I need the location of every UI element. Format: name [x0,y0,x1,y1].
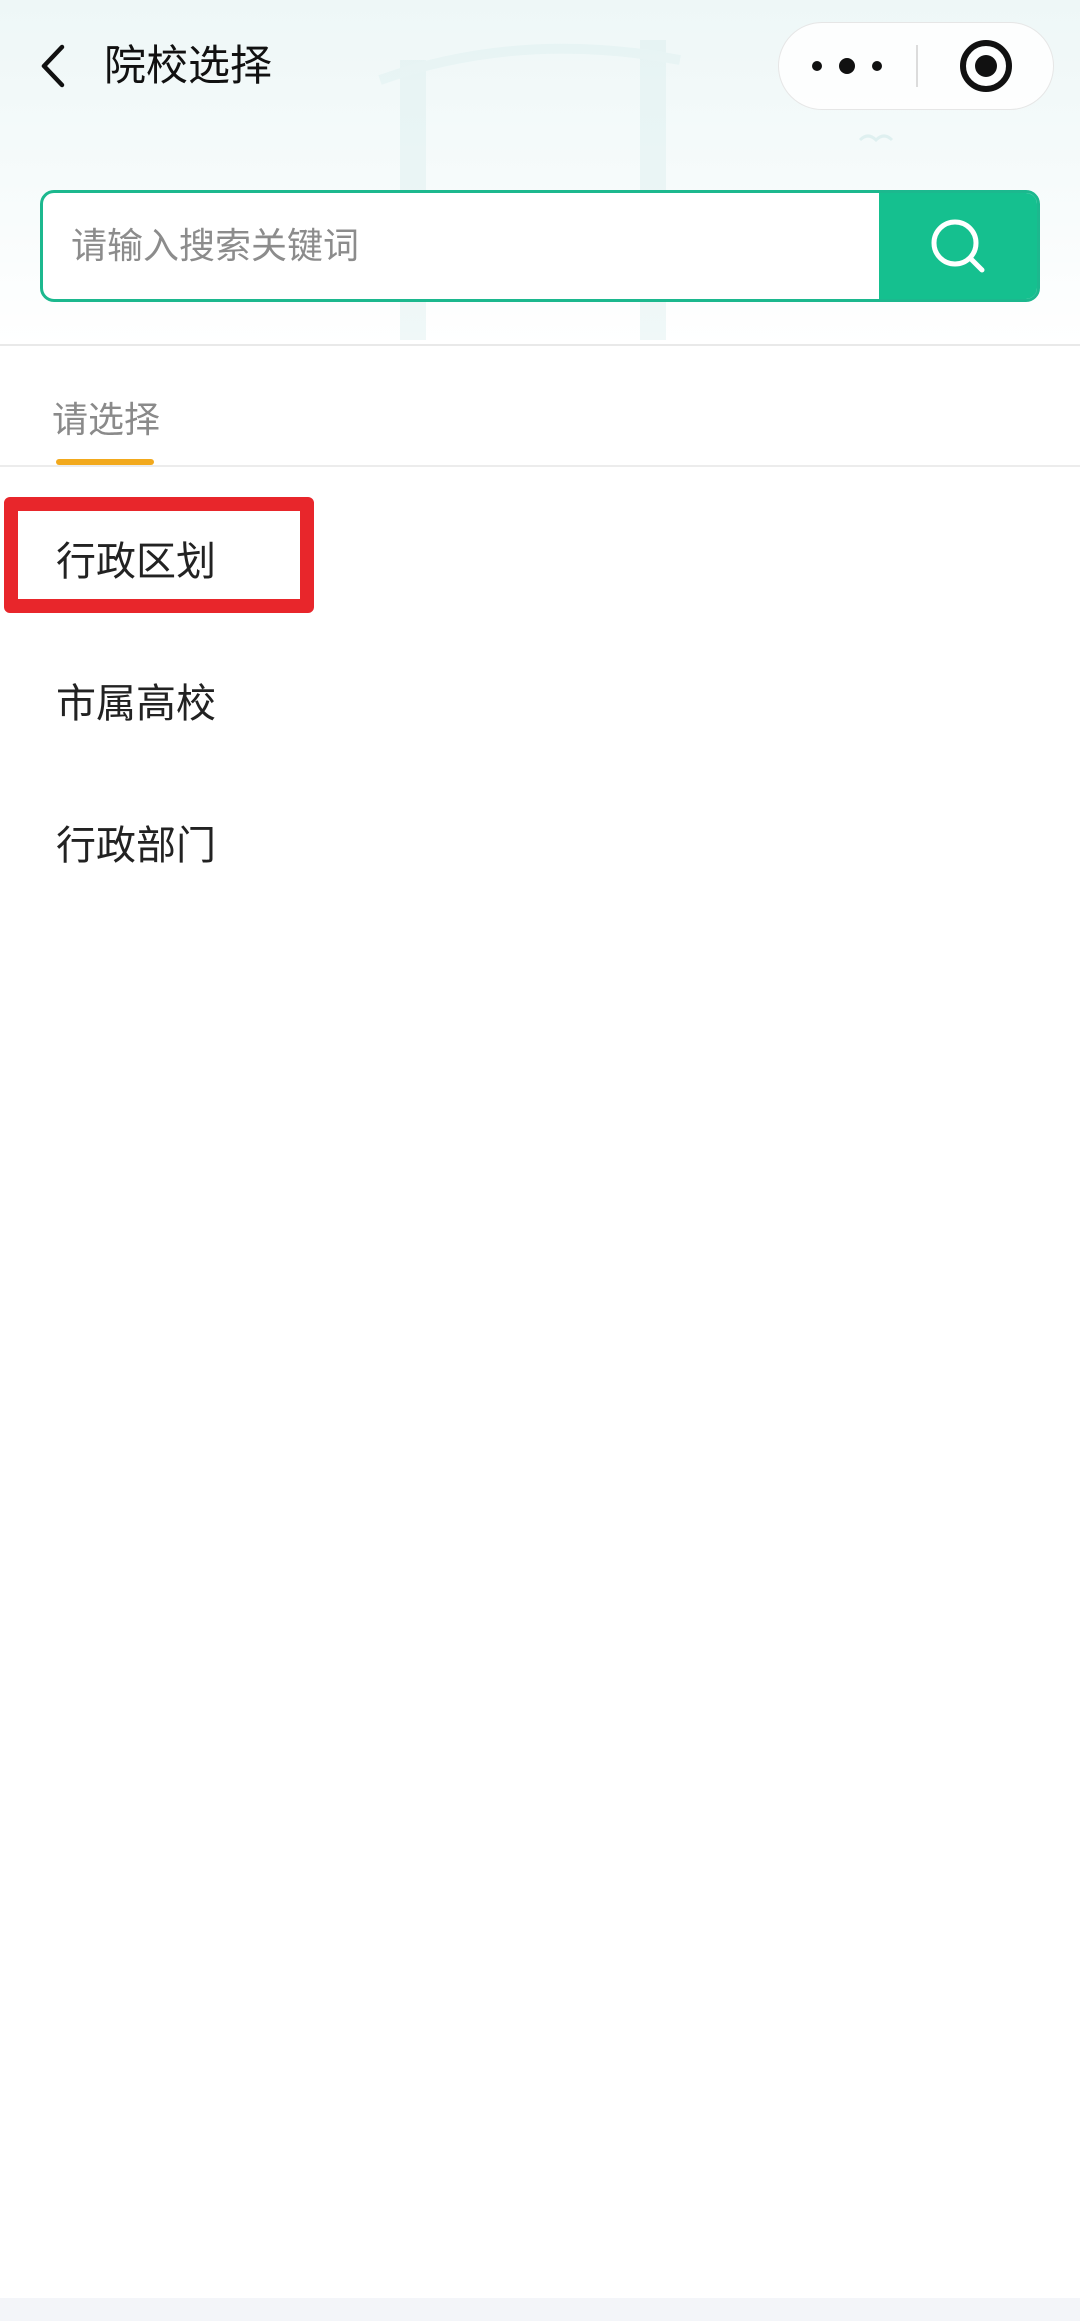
option-administrative-division[interactable]: 行政区划 [56,532,216,592]
chevron-left-icon [41,44,65,88]
mini-program-capsule [778,22,1054,110]
header-divider [0,344,1080,346]
tab-select[interactable]: 请选择 [52,396,160,446]
back-button[interactable] [28,38,78,94]
tabs-divider [0,465,1080,467]
close-miniprogram-button[interactable] [918,23,1054,109]
header: 院校选择 [0,0,1080,345]
page-title: 院校选择 [104,41,273,90]
option-administrative-departments[interactable]: 行政部门 [56,816,216,876]
search-box [40,190,1040,302]
target-circle-icon [960,40,1012,92]
more-button[interactable] [779,23,915,109]
bottom-safe-area [0,2298,1080,2321]
search-button[interactable] [879,193,1037,299]
search-input[interactable] [43,193,881,299]
option-municipal-universities[interactable]: 市属高校 [56,674,216,734]
more-dots-icon [812,58,882,74]
search-icon [931,219,985,273]
